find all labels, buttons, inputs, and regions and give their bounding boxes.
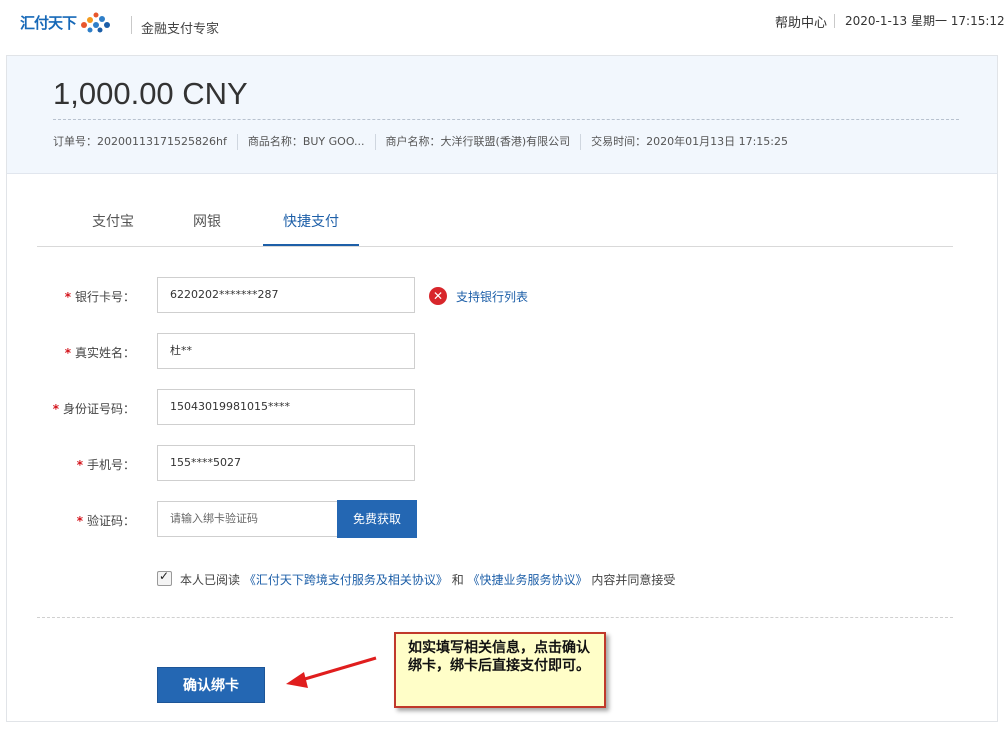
phone-label: * 手机号： [76,458,135,472]
agreement-and: 和 [451,573,464,587]
order-amount: 1,000.00 CNY [53,76,248,111]
agreement-row: 本人已阅读 《汇付天下跨境支付服务及相关协议》 和 《快捷业务服务协议》 内容并… [157,569,676,588]
required-mark: * [64,290,71,304]
cross-border-agreement-link[interactable]: 《汇付天下跨境支付服务及相关协议》 [244,573,448,587]
required-mark: * [76,514,83,528]
arrow-icon [286,656,377,688]
merchant-name: 商户名称：大洋行联盟(香港)有限公司 [385,135,571,148]
divider [37,617,953,618]
required-mark: * [52,402,59,416]
agreement-checkbox[interactable] [157,569,172,586]
agreement-suffix: 内容并同意接受 [591,573,676,587]
date: 2020-1-13 [845,14,908,28]
id-number-input[interactable]: 15043019981015**** [157,389,415,425]
verify-code-input[interactable]: 请输入绑卡验证码 [157,501,339,537]
payment-panel: 1,000.00 CNY 订单号：20200113171525826hf 商品名称… [6,55,998,722]
divider [580,134,582,150]
slogan: 金融支付专家 [141,22,220,37]
divider [236,134,238,150]
tab-quick-pay[interactable]: 快捷支付 [263,212,359,246]
product-name: 商品名称：BUY GOO... [247,135,365,148]
card-number-input[interactable]: 6220202*******287 [157,277,415,313]
supported-banks-link[interactable]: 支持银行列表 [456,288,528,305]
agreement-prefix: 本人已阅读 [180,573,241,587]
annotation-callout: 如实填写相关信息，点击确认绑卡，绑卡后直接支付即可。 [394,632,606,708]
date-time: 2020-1-13 星期一 17:15:12 [845,12,1005,29]
trade-time: 交易时间：2020年01月13日 17:15:25 [591,135,789,148]
tab-netbank[interactable]: 网银 [175,212,239,244]
required-mark: * [64,346,71,360]
weekday: 星期一 [910,14,947,28]
divider [374,134,376,150]
quick-pay-agreement-link[interactable]: 《快捷业务服务协议》 [468,573,588,587]
get-code-button[interactable]: 免费获取 [337,500,417,538]
tab-alipay[interactable]: 支付宝 [77,212,149,244]
required-mark: * [76,458,83,472]
payment-tabs: 支付宝 网银 快捷支付 [37,212,953,247]
phone-input[interactable]: 155****5027 [157,445,415,481]
time: 17:15:12 [950,14,1005,28]
order-summary: 1,000.00 CNY 订单号：20200113171525826hf 商品名称… [7,56,997,174]
logo-text: 汇付天下 [20,14,77,32]
real-name-label: * 真实姓名： [64,346,135,360]
divider [834,14,835,28]
top-bar: 汇付天下 金融支付专家 帮助中心 2020-1-13 星期一 17:15:12 [0,0,1008,44]
id-number-label: * 身份证号码： [52,402,135,416]
order-info-row: 订单号：20200113171525826hf 商品名称：BUY GOO... 商户… [53,133,788,150]
help-center-link[interactable]: 帮助中心 [775,12,827,31]
divider [131,16,132,34]
divider [53,119,959,120]
card-number-label: * 银行卡号： [64,290,135,304]
logo-icon [81,12,110,33]
verify-code-label: * 验证码： [76,514,135,528]
error-icon: ✕ [429,287,447,305]
confirm-bind-card-button[interactable]: 确认绑卡 [157,667,265,703]
real-name-input[interactable]: 杜** [157,333,415,369]
order-number: 订单号：20200113171525826hf [53,135,227,148]
